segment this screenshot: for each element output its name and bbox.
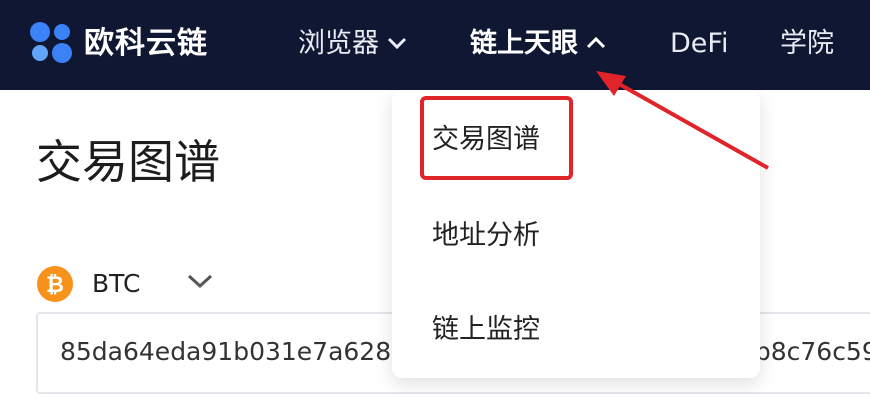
menu-item-onchain-monitoring[interactable]: 链上监控 bbox=[432, 310, 540, 350]
nav-item-label: 浏览器 bbox=[298, 28, 379, 59]
brand-logo-icon[interactable] bbox=[28, 20, 76, 64]
search-value-head: 85da64eda91b031e7a628c bbox=[60, 337, 405, 366]
chevron-down-icon bbox=[387, 37, 407, 49]
brand-name[interactable]: 欧科云链 bbox=[84, 24, 208, 64]
top-navigation-bar: 欧科云链 浏览器 链上天眼 DeFi 学院 bbox=[0, 0, 870, 90]
coin-selector-chevron-icon[interactable] bbox=[186, 271, 214, 291]
svg-text:₿: ₿ bbox=[46, 273, 64, 298]
nav-item-onchain-eye[interactable]: 链上天眼 bbox=[470, 24, 606, 64]
nav-item-label: 链上天眼 bbox=[470, 28, 578, 59]
page-title: 交易图谱 bbox=[36, 135, 220, 189]
chevron-up-icon bbox=[586, 36, 606, 48]
nav-item-explorer[interactable]: 浏览器 bbox=[298, 24, 407, 64]
search-value-tail: b8c76c59 bbox=[754, 337, 870, 366]
coin-selector-label[interactable]: BTC bbox=[92, 266, 140, 302]
nav-item-academy[interactable]: 学院 bbox=[780, 24, 834, 64]
bitcoin-icon: ₿ bbox=[37, 266, 73, 302]
annotation-highlight-box bbox=[420, 96, 573, 180]
nav-item-defi[interactable]: DeFi bbox=[670, 24, 728, 64]
menu-item-address-analysis[interactable]: 地址分析 bbox=[432, 216, 540, 256]
